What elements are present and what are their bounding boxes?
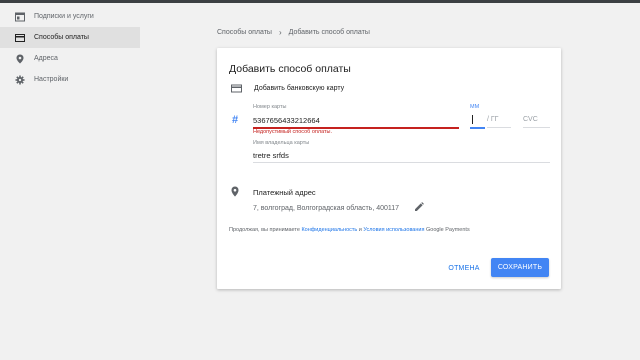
privacy-link[interactable]: Конфиденциальность — [301, 227, 357, 233]
save-button[interactable]: СОХРАНИТЬ — [491, 258, 549, 277]
card-number-icon: # — [232, 114, 239, 126]
card-number-error: Недопустимый способ оплаты. — [253, 129, 333, 135]
cancel-button[interactable]: ОТМЕНА — [445, 259, 483, 277]
cvc-input[interactable]: CVC — [523, 116, 538, 123]
expiry-year-input[interactable]: / ГГ — [487, 116, 498, 123]
location-pin-icon — [231, 186, 239, 197]
sidebar-item-label: Подписки и услуги — [34, 13, 94, 20]
expiry-month-underline — [470, 127, 485, 129]
add-bank-card-row[interactable]: Добавить банковскую карту — [231, 83, 344, 94]
pencil-icon[interactable] — [414, 202, 424, 212]
credit-card-icon — [15, 33, 25, 43]
terms-prefix: Продолжая, вы принимаете — [229, 227, 302, 233]
top-bar — [0, 0, 640, 3]
expiry-month-input[interactable] — [470, 112, 485, 127]
billing-address-text: 7, волгоград, Волгоградская область, 400… — [253, 205, 400, 212]
card-number-label: Номер карты — [253, 104, 287, 110]
billing-address-title: Платежный адрес — [253, 188, 316, 197]
breadcrumb-separator: › — [278, 28, 282, 37]
terms-suffix: Google Payments — [424, 227, 470, 233]
add-bank-card-label: Добавить банковскую карту — [254, 85, 345, 92]
expiry-year-underline — [487, 127, 511, 128]
terms-of-use-link[interactable]: Условия использования — [363, 227, 424, 233]
cardholder-underline — [253, 162, 550, 163]
card-number-input[interactable]: 5367656433212664 — [253, 116, 320, 125]
breadcrumb: Способы оплаты › Добавить способ оплаты — [217, 28, 370, 37]
sidebar: Подписки и услуги Способы оплаты Адреса … — [0, 6, 140, 90]
cardholder-input[interactable]: tretre srfds — [253, 151, 289, 160]
dialog-title: Добавить способ оплаты — [229, 63, 351, 75]
sidebar-item-addresses[interactable]: Адреса — [0, 48, 140, 69]
location-pin-icon — [15, 54, 25, 64]
credit-card-icon — [231, 84, 242, 93]
sidebar-item-label: Способы оплаты — [34, 34, 89, 41]
gear-icon — [15, 75, 25, 85]
add-payment-dialog: Добавить способ оплаты Добавить банковск… — [217, 48, 561, 289]
sidebar-item-payment-methods[interactable]: Способы оплаты — [0, 27, 140, 48]
breadcrumb-parent-link[interactable]: Способы оплаты — [217, 29, 272, 36]
breadcrumb-current: Добавить способ оплаты — [288, 29, 370, 36]
sidebar-item-label: Адреса — [34, 55, 58, 62]
terms-text: Продолжая, вы принимаете Конфиденциально… — [229, 227, 470, 233]
expiry-month-label: ММ — [470, 104, 480, 110]
sidebar-item-subscriptions[interactable]: Подписки и услуги — [0, 6, 140, 27]
sidebar-item-label: Настройки — [34, 76, 69, 83]
cardholder-label: Имя владельца карты — [253, 140, 310, 146]
subscriptions-icon — [15, 12, 25, 22]
sidebar-item-settings[interactable]: Настройки — [0, 69, 140, 90]
cvc-underline — [523, 127, 550, 128]
